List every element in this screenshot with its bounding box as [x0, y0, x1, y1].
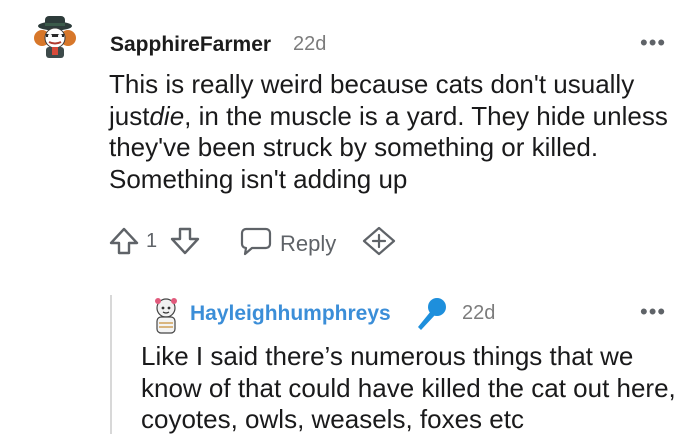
comment-body-emphasis: die: [149, 100, 185, 131]
comment-body: This is really weird because cats don't …: [109, 69, 679, 195]
downvote-arrow-icon[interactable]: [170, 226, 200, 261]
more-options-icon[interactable]: •••: [640, 32, 666, 54]
comment-body-text-rest: , in the muscle is a yard. They hide unl…: [109, 100, 668, 194]
reply-label: Reply: [280, 230, 337, 256]
comment-author[interactable]: SapphireFarmer: [110, 33, 271, 57]
microphone-icon: [414, 296, 448, 337]
reply-more-options-icon[interactable]: •••: [640, 301, 666, 323]
comment-age: 22d: [293, 33, 327, 55]
thread-line[interactable]: [110, 295, 112, 434]
commenter-avatar[interactable]: [33, 14, 77, 58]
speech-bubble-icon: [240, 226, 272, 261]
reply-button[interactable]: Reply: [240, 226, 336, 261]
reply-author-avatar[interactable]: [144, 293, 188, 337]
reply-body: Like I said there’s numerous things that…: [141, 341, 676, 434]
vote-count: 1: [146, 230, 158, 252]
reply-author[interactable]: Hayleighhumphreys: [190, 302, 391, 326]
plus-award-icon[interactable]: [362, 226, 396, 261]
reply-age: 22d: [462, 302, 496, 324]
upvote-arrow-icon[interactable]: [109, 226, 139, 261]
